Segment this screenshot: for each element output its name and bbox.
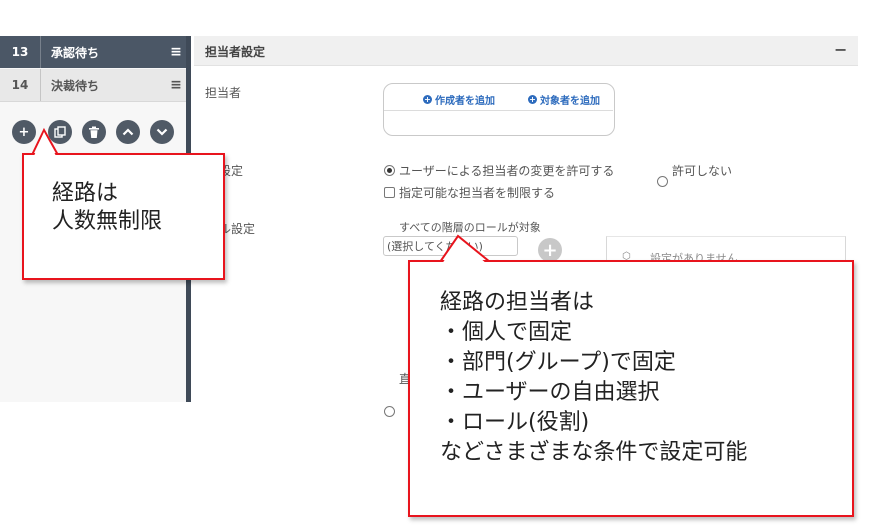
add-target-link[interactable]: + 対象者を追加 — [528, 92, 600, 107]
direct-radio[interactable] — [384, 406, 395, 417]
chevron-down-icon — [156, 128, 168, 136]
callout-line: 経路の担当者は — [440, 290, 595, 315]
assignee-callout-text: 経路の担当者は ・個人で固定 ・部門(グループ)で固定 ・ユーザーの自由選択 ・… — [440, 288, 747, 468]
restrict-option: 指定可能な担当者を制限する — [399, 186, 556, 200]
step-row-13[interactable]: 13 承認待ち ≡ — [0, 36, 186, 68]
chevron-up-icon — [122, 128, 134, 136]
callout-line: ・ユーザーの自由選択 — [440, 380, 660, 405]
callout-line: ・部門(グループ)で固定 — [440, 350, 676, 375]
move-up-button[interactable] — [116, 120, 140, 144]
callout-line: などさまざまな条件で設定可能 — [440, 440, 748, 465]
disallow-radio[interactable] — [657, 176, 668, 187]
route-callout-text: 経路は 人数無制限 — [52, 180, 162, 236]
callout-line: 人数無制限 — [52, 209, 163, 234]
assignee-label: 担当者 — [205, 86, 242, 100]
add-role-button[interactable]: + — [538, 238, 562, 262]
allow-change-option: ユーザーによる担当者の変更を許可する — [399, 164, 615, 178]
move-down-button[interactable] — [150, 120, 174, 144]
trash-icon — [89, 126, 99, 138]
step-number: 13 — [0, 36, 41, 68]
callout-pointer-fill — [34, 132, 56, 156]
drag-handle-icon[interactable]: ≡ — [166, 44, 186, 60]
step-row-14[interactable]: 14 決裁待ち ≡ — [0, 69, 186, 102]
allow-change-radio[interactable] — [384, 165, 395, 176]
step-number: 14 — [0, 69, 41, 101]
step-label: 承認待ち — [51, 45, 100, 60]
drag-handle-icon[interactable]: ≡ — [166, 77, 186, 93]
callout-pointer-fill — [442, 239, 487, 264]
callout-line: ・ロール(役割) — [440, 410, 590, 435]
callout-line: ・個人で固定 — [440, 320, 573, 345]
panel-title: 担当者設定 — [205, 45, 266, 59]
disallow-option: 許可しない — [672, 164, 733, 178]
callout-line: 経路は — [52, 181, 119, 206]
plus-circle-icon: + — [528, 95, 537, 104]
add-target-label: 対象者を追加 — [540, 96, 600, 107]
plus-circle-icon: + — [423, 95, 432, 104]
add-creator-link[interactable]: + 作成者を追加 — [423, 92, 495, 107]
restrict-checkbox[interactable] — [384, 187, 395, 198]
step-label: 決裁待ち — [51, 78, 100, 93]
collapse-button[interactable]: − — [834, 40, 847, 59]
assignee-box-divider — [384, 110, 613, 111]
add-creator-label: 作成者を追加 — [435, 96, 495, 107]
panel-header — [194, 36, 858, 66]
delete-step-button[interactable] — [82, 120, 106, 144]
